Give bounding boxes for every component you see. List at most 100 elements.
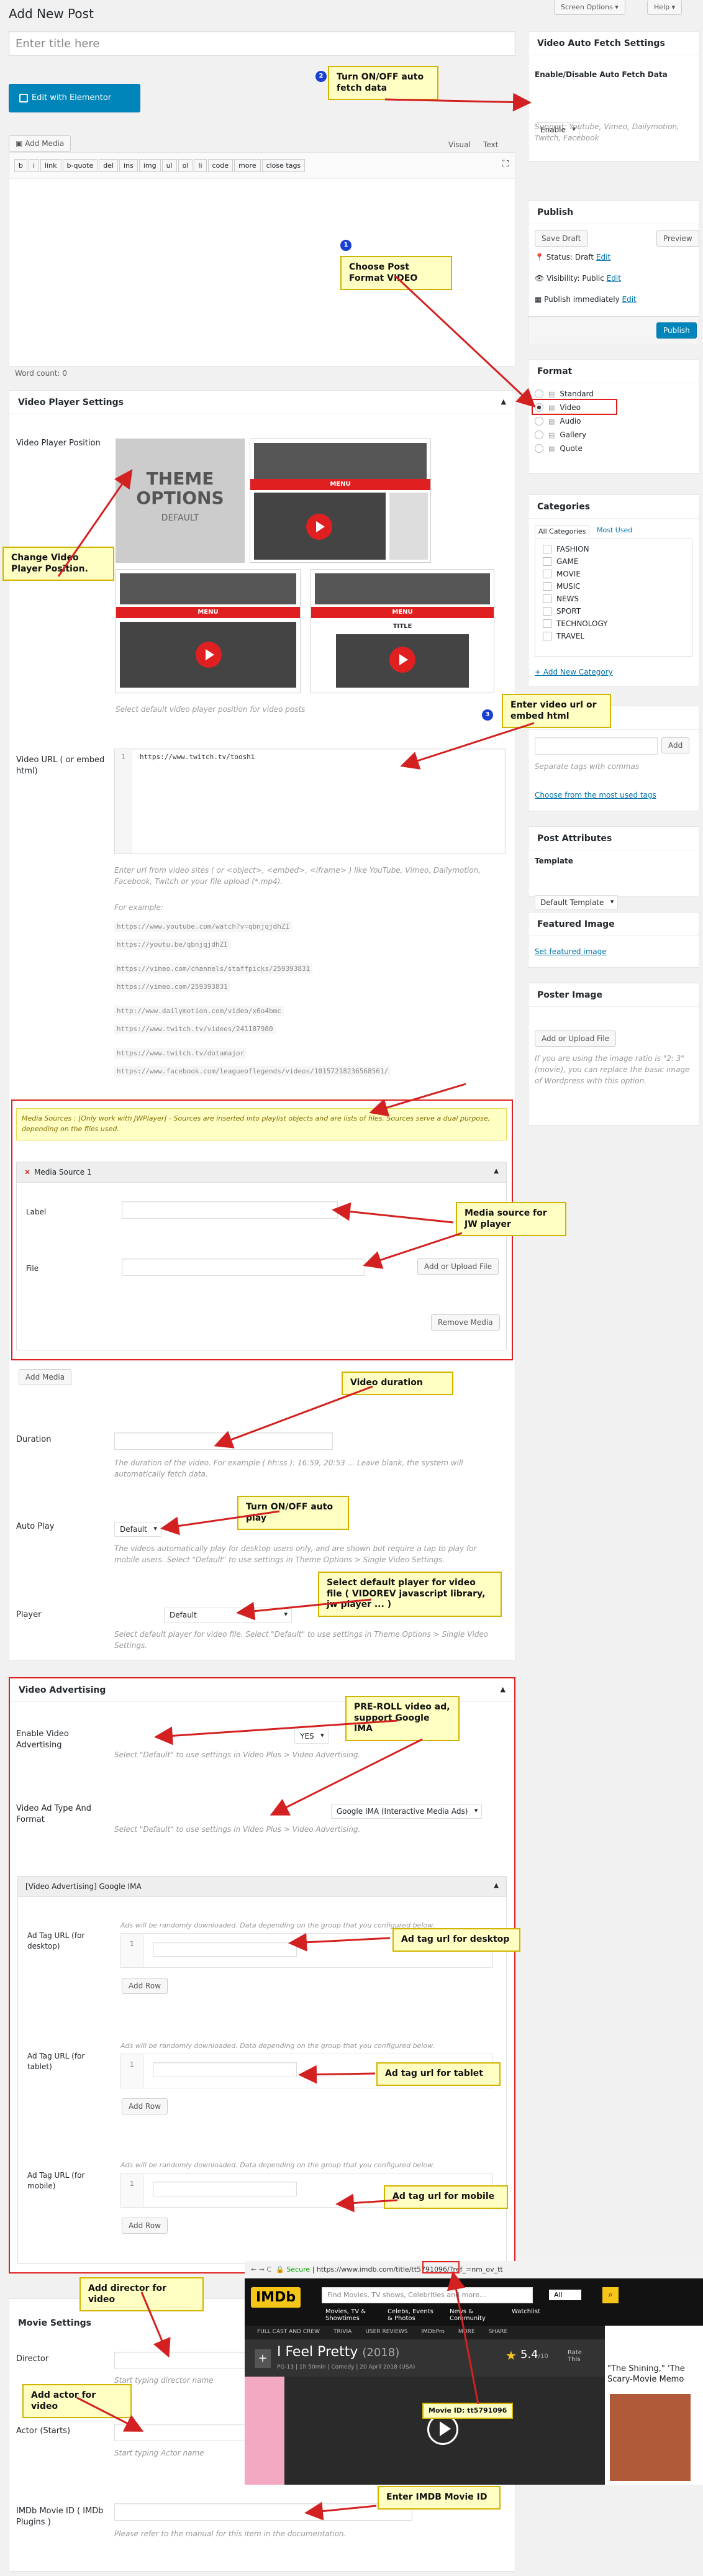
poster-upload-button[interactable]: Add or Upload File (535, 1031, 617, 1047)
add-tag-button[interactable]: Add (661, 737, 690, 753)
imdb-meta: PG-13 | 1h 50min | Comedy | 20 April 201… (277, 2364, 415, 2370)
toolbar-button[interactable]: link (40, 159, 61, 172)
format-radio[interactable] (535, 389, 543, 398)
cat-tab-all[interactable]: All Categories (535, 525, 590, 537)
remove-x-icon[interactable]: ✕ (24, 1168, 30, 1176)
player-select[interactable]: Default (164, 1608, 292, 1623)
status-text: Status: Draft (546, 253, 594, 262)
position-option-large[interactable]: MENU (250, 439, 431, 563)
toolbar-button[interactable]: ul (161, 159, 177, 172)
visibility-edit-link[interactable]: Edit (607, 274, 621, 283)
media-note: Media Sources : [Only work with JWPlayer… (16, 1108, 507, 1140)
actor-placeholder: Start typing Actor name (114, 2449, 204, 2457)
format-radio[interactable] (535, 430, 543, 439)
toolbar-button[interactable]: b (14, 159, 27, 172)
enable-ads-select[interactable]: YES (294, 1729, 329, 1744)
autoplay-select[interactable]: Default (114, 1522, 161, 1537)
category-checkbox[interactable] (543, 607, 551, 616)
format-radio[interactable] (535, 417, 543, 426)
screen-options-button[interactable]: Screen Options ▾ (554, 0, 625, 15)
cat-tab-used[interactable]: Most Used (597, 526, 632, 534)
collapse-icon[interactable]: ▲ (494, 1168, 499, 1175)
ad-tag-input[interactable] (153, 1942, 297, 1957)
add-media-source-button[interactable]: Add Media (19, 1369, 72, 1385)
template-select[interactable]: Default Template (535, 895, 619, 910)
duration-input[interactable] (114, 1432, 333, 1450)
toolbar-button[interactable]: more (234, 159, 261, 172)
video-settings-header: Video Player Settings ▲ (9, 391, 515, 414)
collapse-icon[interactable]: ▲ (501, 398, 506, 406)
imdb-nav-item: Celebs, Events & Photos (388, 2308, 433, 2322)
player-label: Player (16, 1610, 42, 1619)
imdb-side-photo (610, 2394, 691, 2481)
elementor-label: Edit with Elementor (32, 93, 112, 102)
ad-type-select[interactable]: Google IMA (Interactive Media Ads) (330, 1804, 483, 1819)
format-label: Quote (560, 444, 583, 453)
add-row-button[interactable]: Add Row (122, 1978, 168, 1994)
ad-tag-input[interactable] (153, 2062, 297, 2077)
add-row-button[interactable]: Add Row (122, 2218, 168, 2234)
toolbar-button[interactable]: ol (178, 159, 193, 172)
toolbar-button[interactable]: b-quote (62, 159, 98, 172)
video-url-input[interactable]: 1 https://www.twitch.tv/tooshi (114, 749, 506, 854)
category-label: SPORT (556, 607, 581, 616)
imdb-subnav-item: SHARE (488, 2329, 508, 2335)
secure-label: Secure (286, 2265, 311, 2273)
media-upload-button[interactable]: Add or Upload File (417, 1258, 499, 1275)
badge-1: 1 (340, 240, 352, 251)
add-row-button[interactable]: Add Row (122, 2098, 168, 2114)
toolbar-button[interactable]: close tags (261, 159, 306, 172)
category-checkbox[interactable] (543, 594, 551, 603)
collapse-icon[interactable]: ▲ (494, 1882, 499, 1889)
toolbar-button[interactable]: code (207, 159, 234, 172)
position-option-full[interactable]: MENU (116, 569, 301, 693)
media-label-input[interactable] (122, 1201, 338, 1219)
category-checkbox[interactable] (543, 557, 551, 566)
movie-id-note: Movie ID: tt5791096 (422, 2403, 514, 2419)
preview-button[interactable]: Preview (656, 230, 699, 247)
imdb-trailer (284, 2377, 605, 2485)
toolbar-button[interactable]: del (99, 159, 119, 172)
fullscreen-icon[interactable]: ⛶ (502, 159, 509, 169)
publish-button[interactable]: Publish (656, 322, 697, 339)
toolbar-button[interactable]: i (28, 159, 40, 172)
ima-header[interactable]: [Video Advertising] Google IMA ▲ (17, 1876, 507, 1897)
save-draft-button[interactable]: Save Draft (535, 230, 588, 247)
format-radio[interactable] (535, 444, 543, 453)
example-list: https://www.youtube.com/watch?v=qbnjqjdh… (114, 918, 487, 1087)
category-checkbox[interactable] (543, 545, 551, 553)
category-checkbox[interactable] (543, 582, 551, 591)
collapse-icon[interactable]: ▲ (501, 1685, 506, 1693)
visibility-row: 👁 Visibility: Public Edit (535, 274, 621, 283)
remove-media-button[interactable]: Remove Media (431, 1314, 500, 1331)
edit-with-elementor-button[interactable]: Edit with Elementor (9, 84, 140, 112)
category-checkbox[interactable] (543, 570, 551, 578)
position-option-title[interactable]: MENU TITLE (311, 569, 494, 693)
add-media-button[interactable]: ▣ Add Media (9, 135, 71, 152)
status-edit-link[interactable]: Edit (596, 253, 610, 262)
imdb-search-icon: ⌕ (602, 2287, 619, 2303)
theme-options-text: THEME OPTIONS (136, 468, 224, 508)
title-input[interactable]: Enter title here (9, 31, 515, 56)
publish-edit-link[interactable]: Edit (622, 295, 637, 304)
add-category-link[interactable]: + Add New Category (535, 668, 613, 676)
set-featured-link[interactable]: Set featured image (535, 947, 607, 956)
help-button[interactable]: Help ▾ (647, 0, 683, 15)
tags-choose-link[interactable]: Choose from the most used tags (535, 791, 656, 799)
note-preroll: PRE-ROLL video ad, support Google IMA (345, 1696, 460, 1741)
tab-text[interactable]: Text (483, 140, 498, 149)
ad-tag-input[interactable] (153, 2182, 297, 2196)
imdb-screenshot: ← → C 🔒 Secure | https://www.imdb.com/ti… (245, 2261, 703, 2485)
category-checkbox[interactable] (543, 619, 551, 628)
toolbar-button[interactable]: ins (119, 159, 138, 172)
imdb-input[interactable] (114, 2503, 412, 2521)
media-source-header[interactable]: ✕ Media Source 1 ▲ (16, 1162, 507, 1183)
tags-input[interactable] (535, 737, 658, 755)
toolbar-button[interactable]: li (194, 159, 207, 172)
imdb-topbar: IMDb Find Movies, TV shows, Celebrities … (245, 2278, 703, 2326)
category-checkbox[interactable] (543, 632, 551, 640)
tab-visual[interactable]: Visual (448, 140, 471, 149)
media-file-input[interactable] (122, 1258, 365, 1276)
position-option-default[interactable]: THEME OPTIONS DEFAULT (116, 439, 245, 563)
toolbar-button[interactable]: img (138, 159, 161, 172)
